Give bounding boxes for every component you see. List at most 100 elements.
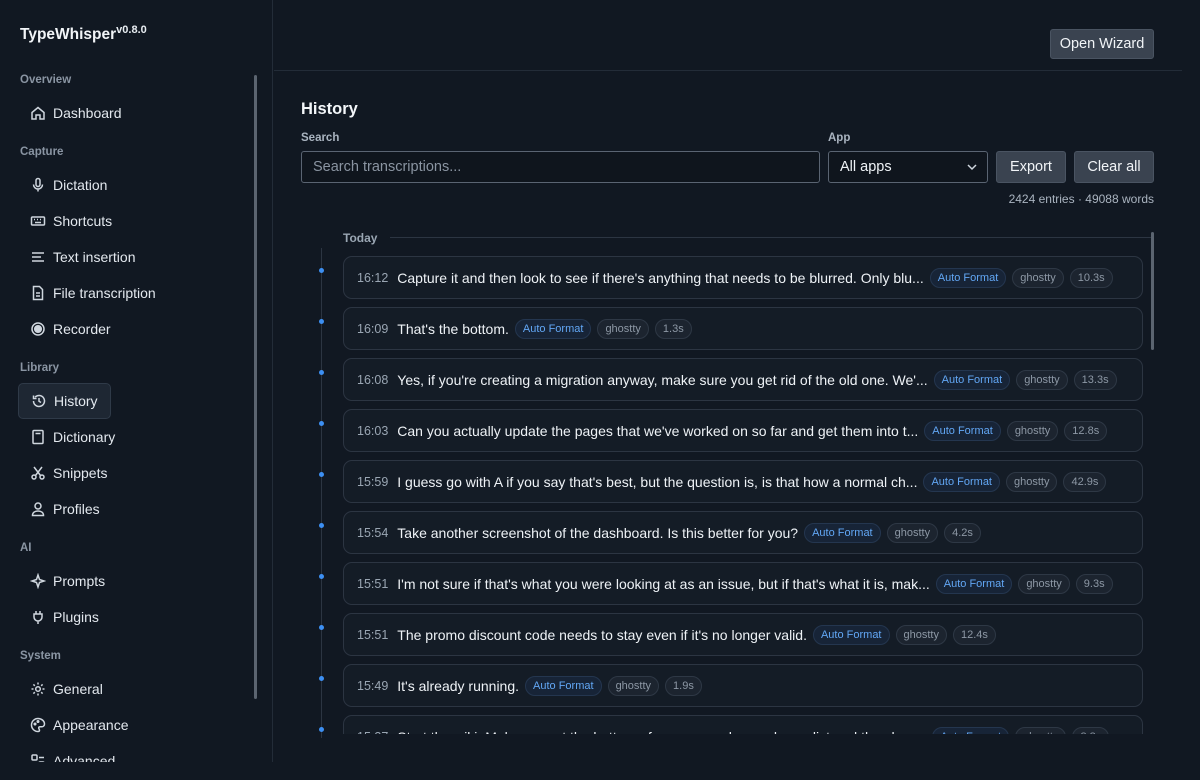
duration-badge: 12.8s <box>1064 420 1108 441</box>
history-entry[interactable]: 15:54 Take another screenshot of the dash… <box>343 511 1143 554</box>
sidebar-item-label: Dashboard <box>53 105 122 121</box>
history-entry[interactable]: 15:51 The promo discount code needs to st… <box>343 613 1143 656</box>
file-icon <box>30 285 46 301</box>
sidebar-item-dictation[interactable]: Dictation <box>18 167 238 203</box>
sidebar-item-history[interactable]: History <box>18 383 111 419</box>
home-icon <box>30 105 46 121</box>
format-badge: Auto Format <box>812 624 890 645</box>
scissors-icon <box>30 465 46 481</box>
record-icon <box>30 321 46 337</box>
sidebar-item-label: Shortcuts <box>53 213 113 229</box>
sidebar-item-label: Recorder <box>53 321 111 337</box>
text-lines-icon <box>30 249 46 265</box>
sidebar-item-shortcuts[interactable]: Shortcuts <box>18 203 238 239</box>
section-title-capture: Capture <box>20 146 64 158</box>
page-title: History <box>301 100 358 118</box>
format-badge: Auto Format <box>929 267 1007 288</box>
sidebar-item-label: File transcription <box>53 285 156 301</box>
sidebar: TypeWhisperv0.8.0 Overview Dashboard Cap… <box>0 0 273 762</box>
history-list: 16:12 Capture it and then look to see if … <box>300 240 1160 734</box>
history-entry[interactable]: 15:37 Start the wiki. Make sure at the bo… <box>343 715 1143 734</box>
history-entry[interactable]: 15:51 I'm not sure if that's what you wer… <box>343 562 1143 605</box>
sidebar-item-advanced[interactable]: Advanced <box>18 743 238 762</box>
duration-badge: 10.3s <box>1069 267 1113 288</box>
sidebar-item-profiles[interactable]: Profiles <box>18 491 238 527</box>
sidebar-item-dictionary[interactable]: Dictionary <box>18 419 238 455</box>
sidebar-scrollbar[interactable] <box>254 75 257 699</box>
app-version: v0.8.0 <box>116 24 147 36</box>
keyboard-icon <box>30 213 46 229</box>
sidebar-item-appearance[interactable]: Appearance <box>18 707 238 743</box>
timeline-dot <box>319 574 324 579</box>
history-entry[interactable]: 15:49 It's already running. Auto Format gho… <box>343 664 1143 707</box>
top-bar <box>274 0 1182 71</box>
history-entry[interactable]: 16:09 That's the bottom. Auto Format ghostt… <box>343 307 1143 350</box>
history-stats: 2424 entries · 49088 words <box>1008 192 1154 206</box>
format-badge: Auto Format <box>933 369 1011 390</box>
app-badge: ghostty <box>1012 267 1064 288</box>
advanced-icon <box>30 753 46 762</box>
day-divider <box>390 237 1154 238</box>
duration-badge: 8.8s <box>1072 726 1110 734</box>
sidebar-item-file-transcription[interactable]: File transcription <box>18 275 238 311</box>
book-icon <box>30 429 46 445</box>
entry-time: 15:49 <box>357 678 389 693</box>
entry-time: 15:37 <box>357 730 388 735</box>
format-badge: Auto Format <box>935 573 1013 594</box>
timeline-dot <box>319 370 324 375</box>
format-badge: Auto Format <box>525 675 602 696</box>
open-wizard-button[interactable]: Open Wizard <box>1050 29 1154 59</box>
sidebar-item-plugins[interactable]: Plugins <box>18 599 238 635</box>
entry-text: That's the bottom. <box>397 320 509 337</box>
entry-text: It's already running. <box>397 677 520 694</box>
history-icon <box>31 393 47 409</box>
sidebar-item-recorder[interactable]: Recorder <box>18 311 238 347</box>
app-badge: ghostty <box>895 624 947 645</box>
entry-text: Yes, if you're creating a migration anyw… <box>397 371 928 388</box>
sidebar-item-general[interactable]: General <box>18 671 238 707</box>
sidebar-item-label: Snippets <box>53 465 108 481</box>
duration-badge: 42.9s <box>1063 471 1107 492</box>
app-badge: ghostty <box>1016 369 1068 390</box>
duration-badge: 12.4s <box>952 624 996 645</box>
entry-time: 16:08 <box>357 372 389 387</box>
history-entry[interactable]: 16:12 Capture it and then look to see if … <box>343 256 1143 299</box>
timeline-dot <box>319 523 324 528</box>
clear-all-button[interactable]: Clear all <box>1074 151 1154 183</box>
app-badge: ghostty <box>886 522 939 543</box>
microphone-icon <box>30 177 46 193</box>
app-badge: ghostty <box>1006 471 1058 492</box>
entry-text: Can you actually update the pages that w… <box>397 422 919 439</box>
entry-time: 15:59 <box>357 474 389 489</box>
sidebar-item-label: Dictation <box>53 177 108 193</box>
sidebar-item-label: Text insertion <box>53 249 136 265</box>
timeline-dot <box>319 727 324 732</box>
app-filter-value: All apps <box>840 159 892 175</box>
sidebar-item-prompts[interactable]: Prompts <box>18 563 238 599</box>
history-entry[interactable]: 16:08 Yes, if you're creating a migration… <box>343 358 1143 401</box>
sidebar-item-snippets[interactable]: Snippets <box>18 455 238 491</box>
timeline-dot <box>319 625 324 630</box>
section-title-overview: Overview <box>20 74 72 86</box>
history-entry[interactable]: 15:59 I guess go with A if you say that's… <box>343 460 1143 503</box>
entry-text: I guess go with A if you say that's best… <box>397 473 918 490</box>
timeline-dot <box>319 268 324 273</box>
chevron-down-icon <box>966 161 978 173</box>
history-entry[interactable]: 16:03 Can you actually update the pages t… <box>343 409 1143 452</box>
app-filter-select[interactable]: All apps <box>828 151 988 183</box>
sidebar-item-label: Appearance <box>53 717 129 733</box>
app-brand: TypeWhisperv0.8.0 <box>20 24 147 44</box>
sidebar-item-dashboard[interactable]: Dashboard <box>18 95 238 131</box>
section-title-ai: AI <box>20 542 32 554</box>
app-badge: ghostty <box>1006 420 1059 441</box>
entry-time: 15:54 <box>357 525 389 540</box>
duration-badge: 1.3s <box>654 318 692 339</box>
search-input[interactable]: Search transcriptions... <box>301 151 820 183</box>
sidebar-item-text-insertion[interactable]: Text insertion <box>18 239 238 275</box>
entry-text: I'm not sure if that's what you were loo… <box>397 575 930 592</box>
entry-text: The promo discount code needs to stay ev… <box>397 626 807 643</box>
export-button[interactable]: Export <box>996 151 1066 183</box>
sidebar-item-label: Profiles <box>53 501 100 517</box>
app-badge: ghostty <box>597 318 649 339</box>
entry-time: 16:12 <box>357 270 389 285</box>
